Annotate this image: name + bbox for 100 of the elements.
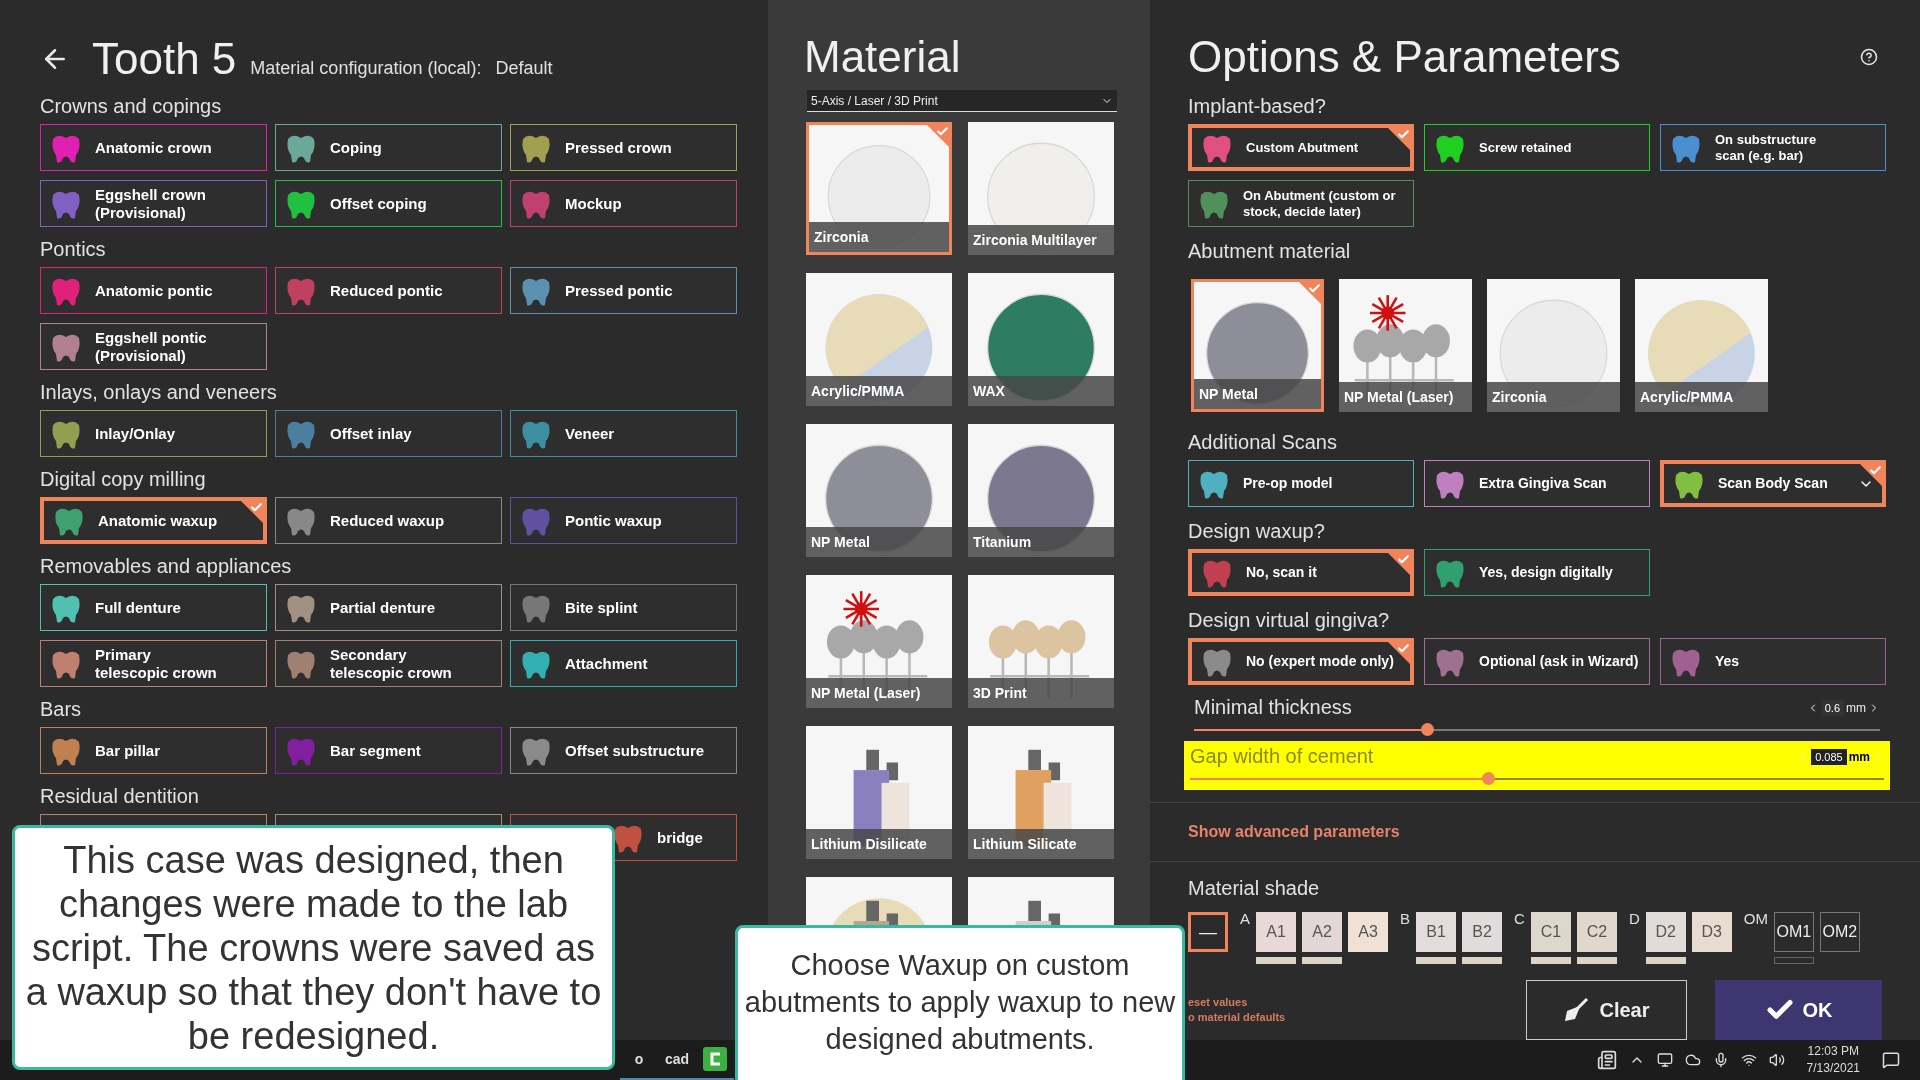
material-tile[interactable]: Lithium Silicate	[968, 726, 1114, 859]
help-icon[interactable]	[1860, 48, 1878, 66]
option-button[interactable]: Offset inlay	[275, 410, 502, 457]
section-title: Implant-based?	[1188, 94, 1327, 118]
notification-icon[interactable]	[1882, 1051, 1900, 1069]
option-button[interactable]: Full denture	[40, 584, 267, 631]
section-title: Design waxup?	[1188, 519, 1326, 543]
option-button[interactable]: Optional (ask in Wizard)	[1424, 638, 1650, 685]
option-button[interactable]: Pontic waxup	[510, 497, 737, 544]
option-button[interactable]: Scan Body Scan	[1660, 460, 1886, 507]
option-button[interactable]: On Abutment (custom or stock, decide later)	[1188, 180, 1414, 227]
section-title: Crowns and copings	[40, 94, 223, 118]
shade-chip[interactable]: OM1	[1773, 912, 1814, 952]
value-field[interactable]: 0.085	[1811, 748, 1847, 765]
option-button[interactable]: Eggshell pontic (Provisional)	[40, 323, 267, 370]
shade-group-letter: B	[1400, 910, 1411, 929]
section-title: Residual dentition	[40, 784, 200, 808]
slider-thumb[interactable]	[1421, 723, 1435, 736]
shade-chip[interactable]: A2	[1302, 912, 1342, 952]
option-button[interactable]: Pre-op model	[1188, 460, 1414, 507]
option-button[interactable]: Bar pillar	[40, 727, 267, 774]
material-tile[interactable]: 3D Print	[968, 575, 1114, 708]
option-button[interactable]: Anatomic crown	[40, 124, 267, 171]
option-button[interactable]: Yes, design digitally	[1424, 549, 1650, 596]
shade-chip[interactable]: D2	[1645, 912, 1686, 952]
option-button[interactable]: Secondary telescopic crown	[275, 640, 502, 687]
section-title: Pontics	[40, 237, 107, 261]
unit-label: mm	[1846, 700, 1866, 715]
no-shade-button[interactable]: —	[1188, 912, 1228, 952]
shade-group-letter: A	[1240, 910, 1250, 929]
broom-icon	[1563, 997, 1590, 1023]
option-button[interactable]: Reduced waxup	[275, 497, 502, 544]
material-tile[interactable]: WAX	[968, 273, 1114, 406]
option-button[interactable]: No (expert mode only)	[1188, 638, 1414, 685]
option-button[interactable]: Anatomic pontic	[40, 267, 267, 314]
material-tile[interactable]: NP Metal (Laser)	[806, 575, 952, 708]
material-tile[interactable]: Acrylic/PMMA	[1635, 279, 1768, 412]
material-tile[interactable]: Zirconia Multilayer	[968, 122, 1114, 255]
option-button[interactable]: Offset substructure	[510, 727, 737, 774]
slider-label: Gap width of cement	[1190, 745, 1374, 768]
option-button[interactable]: On substructure scan (e.g. bar)	[1660, 124, 1886, 171]
monitor-icon[interactable]	[1656, 1052, 1673, 1068]
news-icon[interactable]	[1596, 1050, 1617, 1070]
option-button[interactable]: Pressed pontic	[510, 267, 737, 314]
clear-button[interactable]: Clear	[1526, 980, 1687, 1040]
option-button[interactable]: Anatomic waxup	[40, 497, 267, 544]
shade-chip[interactable]: B1	[1416, 912, 1457, 952]
option-button[interactable]: Coping	[275, 124, 502, 171]
slider-label: Minimal thickness	[1194, 696, 1352, 719]
option-button[interactable]: Eggshell crown (Provisional)	[40, 180, 267, 227]
shade-chip[interactable]: OM2	[1819, 912, 1860, 952]
option-button[interactable]: Extra Gingiva Scan	[1424, 460, 1650, 507]
section-title: Inlays, onlays and veneers	[40, 380, 278, 404]
value-field[interactable]: 0.6	[1820, 699, 1844, 716]
section-title: Abutment material	[1188, 239, 1352, 263]
option-button[interactable]: Yes	[1660, 638, 1886, 685]
ok-button[interactable]: OK	[1715, 980, 1882, 1040]
shade-chip[interactable]: C1	[1530, 912, 1571, 952]
callout-tooltip: Choose Waxup on custom abutments to apply waxup to new designed abutments.	[735, 925, 1185, 1080]
option-button[interactable]: Pressed crown	[510, 124, 737, 171]
callout-tooltip: This case was designed, then changes were made to the lab script. The crowns were saved as a waxup so that they don't have to be redesigned.	[12, 825, 615, 1070]
section-title: Removables and appliances	[40, 554, 293, 578]
shade-chip[interactable]: A1	[1256, 912, 1296, 952]
app-logo-icon	[703, 1047, 727, 1071]
section-title: Design virtual gingiva?	[1188, 608, 1391, 632]
shade-chip[interactable]: B2	[1462, 912, 1503, 952]
option-button[interactable]: Offset coping	[275, 180, 502, 227]
material-tile[interactable]: Acrylic/PMMA	[806, 273, 952, 406]
machine-dropdown[interactable]: 5-Axis / Laser / 3D Print	[807, 90, 1117, 112]
advanced-parameters-link[interactable]: Show advanced parameters	[1188, 803, 1886, 861]
option-button[interactable]: Primary telescopic crown	[40, 640, 267, 687]
network-icon[interactable]	[1740, 1052, 1757, 1068]
option-button[interactable]: Veneer	[510, 410, 737, 457]
material-tile[interactable]: NP Metal	[806, 424, 952, 557]
cloud-icon[interactable]	[1684, 1052, 1701, 1068]
option-button[interactable]: Attachment	[510, 640, 737, 687]
material-tile[interactable]: Zirconia	[806, 122, 952, 255]
option-button[interactable]: Bite splint	[510, 584, 737, 631]
option-button[interactable]: Mockup	[510, 180, 737, 227]
taskbar-app[interactable]: cad	[658, 1040, 696, 1080]
option-button[interactable]: Reduced pontic	[275, 267, 502, 314]
material-tile[interactable]: NP Metal	[1191, 279, 1324, 412]
option-button[interactable]: Bar segment	[275, 727, 502, 774]
material-tile[interactable]: Zirconia	[1487, 279, 1620, 412]
page-title: Tooth 5	[92, 34, 237, 84]
volume-icon[interactable]	[1768, 1052, 1785, 1068]
material-tile[interactable]: NP Metal (Laser)	[1339, 279, 1472, 412]
material-tile[interactable]: Lithium Disilicate	[806, 726, 952, 859]
option-button[interactable]: Inlay/Onlay	[40, 410, 267, 457]
shade-chip[interactable]: C2	[1576, 912, 1617, 952]
option-button[interactable]: Partial denture	[275, 584, 502, 631]
option-button[interactable]: No, scan it	[1188, 549, 1414, 596]
option-button[interactable]: Custom Abutment	[1188, 124, 1414, 171]
reset-values-link[interactable]: eset values o material defaults	[1188, 995, 1526, 1025]
slider-thumb[interactable]	[1482, 772, 1496, 785]
option-button[interactable]: Screw retained	[1424, 124, 1650, 171]
shade-chip[interactable]: D3	[1691, 912, 1732, 952]
taskbar-app[interactable]: o	[620, 1040, 658, 1080]
shade-chip[interactable]: A3	[1348, 912, 1388, 952]
material-tile[interactable]: Titanium	[968, 424, 1114, 557]
